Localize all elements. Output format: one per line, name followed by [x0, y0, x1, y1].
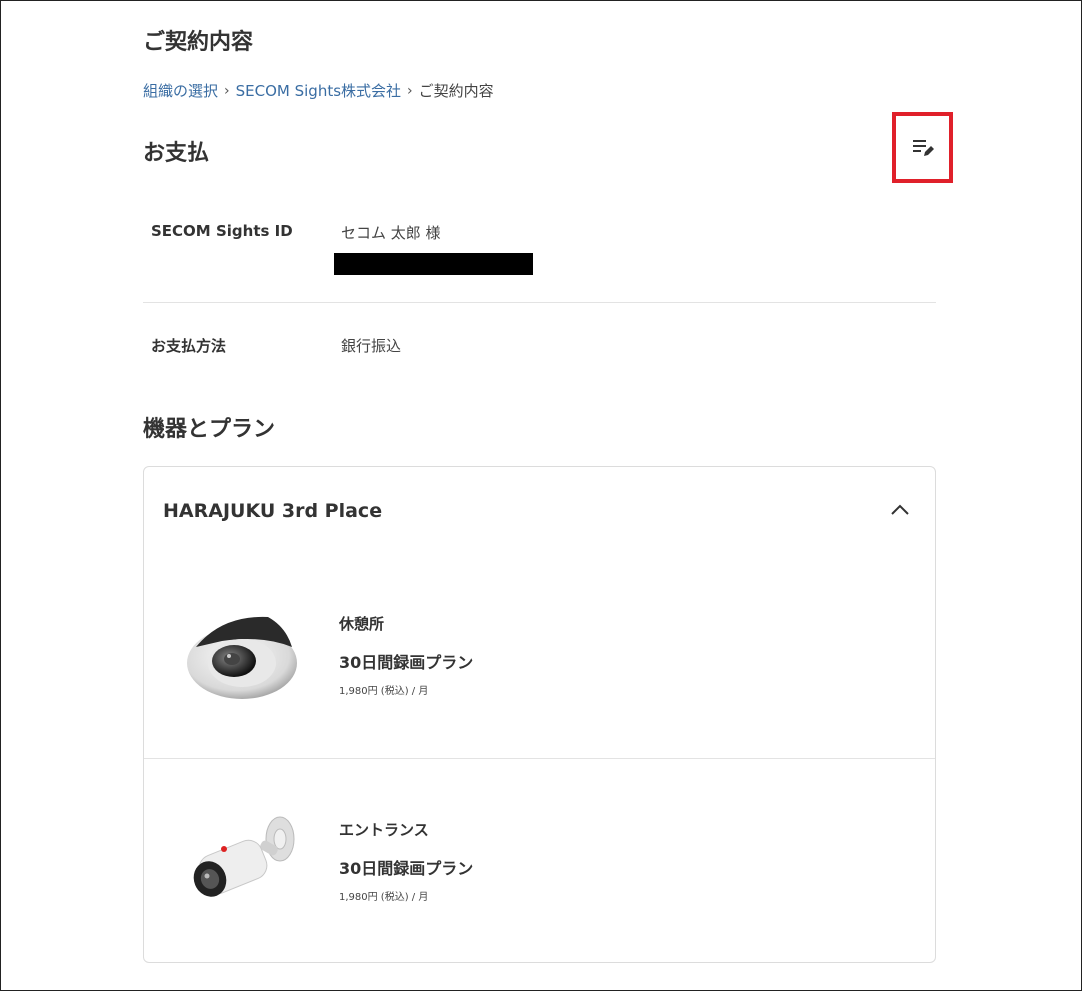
location-card: HARAJUKU 3rd Place 休憩所 30日間録画プラン 1,980円 … [143, 466, 936, 963]
chevron-up-icon [891, 504, 909, 515]
device-price: 1,980円 (税込) / 月 [339, 892, 429, 903]
breadcrumb-item-current: ご契約内容 [418, 82, 494, 100]
device-price: 1,980円 (税込) / 月 [339, 686, 429, 697]
breadcrumb: 組織の選択 › SECOM Sights株式会社 › ご契約内容 [143, 80, 494, 101]
device-item[interactable]: エントランス 30日間録画プラン 1,980円 (税込) / 月 [144, 759, 937, 964]
payment-section-title: お支払 [143, 141, 210, 166]
payment-method-row: お支払方法 銀行振込 [143, 333, 936, 363]
page-title: ご契約内容 [143, 30, 254, 55]
device-item[interactable]: 休憩所 30日間録画プラン 1,980円 (税込) / 月 [144, 553, 937, 758]
bullet-camera-image [182, 809, 302, 909]
redacted-block [334, 253, 533, 275]
edit-payment-button[interactable] [892, 112, 953, 183]
chevron-right-icon: › [407, 82, 413, 99]
collapse-toggle[interactable] [888, 501, 912, 519]
device-name: エントランス [339, 821, 429, 839]
breadcrumb-item-company[interactable]: SECOM Sights株式会社 [236, 80, 401, 101]
device-name: 休憩所 [339, 615, 385, 633]
divider [143, 302, 936, 303]
plans-section-title: 機器とプラン [143, 417, 276, 442]
secom-id-value: セコム 太郎 様 [341, 224, 441, 242]
breadcrumb-item-organization-select[interactable]: 組織の選択 [143, 80, 218, 101]
secom-id-label: SECOM Sights ID [151, 222, 293, 240]
device-plan: 30日間録画プラン [339, 653, 474, 672]
payment-method-value: 銀行振込 [341, 337, 402, 355]
secom-id-row: SECOM Sights ID セコム 太郎 様 [143, 220, 936, 280]
chevron-right-icon: › [224, 82, 230, 99]
payment-method-label: お支払方法 [151, 337, 227, 355]
edit-list-icon [912, 139, 934, 156]
device-plan: 30日間録画プラン [339, 859, 474, 878]
location-name: HARAJUKU 3rd Place [163, 500, 383, 522]
dome-camera-image [182, 605, 302, 705]
